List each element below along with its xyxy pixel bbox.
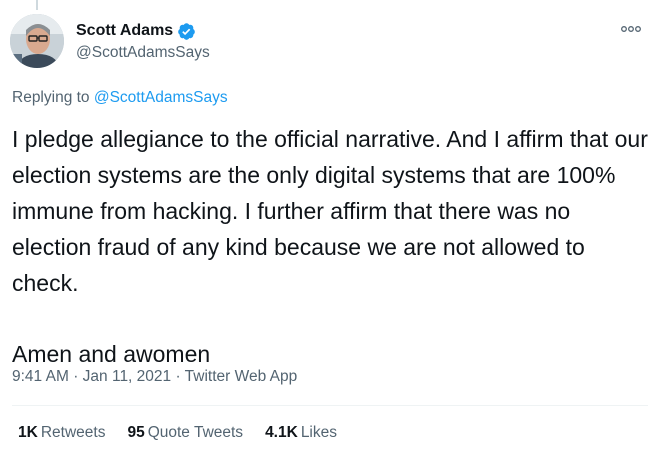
tweet-paragraph: I pledge allegiance to the official narr… xyxy=(12,126,648,296)
quote-tweets-count: 95 xyxy=(127,424,145,441)
quote-tweets-label: Quote Tweets xyxy=(147,424,244,441)
thread-connector-line xyxy=(36,0,38,10)
meta-separator: · xyxy=(175,368,181,385)
avatar-image xyxy=(10,14,64,68)
retweets-label: Retweets xyxy=(40,424,106,441)
likes-stat[interactable]: 4.1K Likes xyxy=(265,424,337,442)
tweet-paragraph: Amen and awomen xyxy=(12,341,211,367)
likes-count: 4.1K xyxy=(265,424,298,441)
tweet-header: Scott Adams @ScottAdamsSays xyxy=(10,14,650,70)
tweet-meta: 9:41 AM · Jan 11, 2021 · Twitter Web App xyxy=(12,368,297,386)
retweets-stat[interactable]: 1K Retweets xyxy=(18,424,105,442)
avatar[interactable] xyxy=(10,14,64,68)
likes-label: Likes xyxy=(300,424,337,441)
display-name[interactable]: Scott Adams xyxy=(76,22,173,40)
retweets-count: 1K xyxy=(18,424,38,441)
replying-to-handle-link[interactable]: @ScottAdamsSays xyxy=(94,89,228,106)
more-options-icon[interactable] xyxy=(620,22,642,36)
replying-to-prefix: Replying to xyxy=(12,89,90,106)
meta-separator: · xyxy=(73,368,79,385)
verified-badge-icon xyxy=(177,22,196,41)
tweet-timestamp-link[interactable]: 9:41 AM · Jan 11, 2021 xyxy=(12,368,171,385)
replying-to: Replying to @ScottAdamsSays xyxy=(12,89,228,107)
display-name-row[interactable]: Scott Adams xyxy=(76,20,210,42)
tweet-source-link[interactable]: Twitter Web App xyxy=(185,368,298,385)
author-handle[interactable]: @ScottAdamsSays xyxy=(76,44,210,62)
author-names: Scott Adams @ScottAdamsSays xyxy=(76,20,210,62)
tweet-date: Jan 11, 2021 xyxy=(82,368,172,385)
tweet-time: 9:41 AM xyxy=(12,368,69,385)
quote-tweets-stat[interactable]: 95 Quote Tweets xyxy=(127,424,243,442)
tweet-text: I pledge allegiance to the official narr… xyxy=(12,121,648,372)
divider xyxy=(12,405,648,406)
tweet-stats: 1K Retweets 95 Quote Tweets 4.1K Likes xyxy=(18,424,359,442)
